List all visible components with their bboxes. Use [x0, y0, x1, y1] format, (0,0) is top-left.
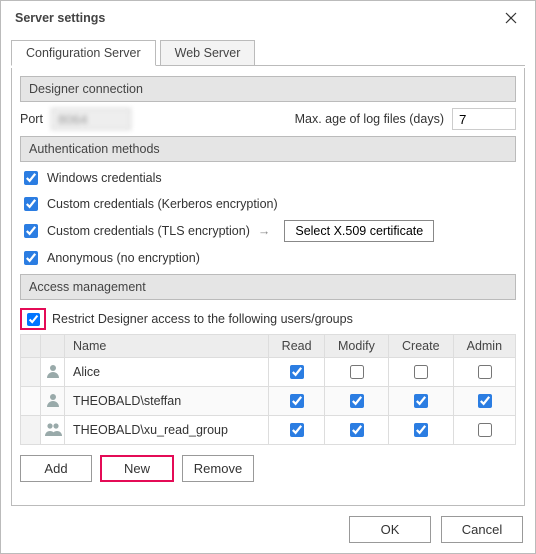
row-handle[interactable] — [21, 416, 41, 445]
permission-checkbox[interactable] — [478, 394, 492, 408]
cell-read — [269, 416, 325, 445]
tab-panel: Designer connection Port Max. age of log… — [11, 68, 525, 506]
ok-button[interactable]: OK — [349, 516, 431, 543]
port-label: Port — [20, 112, 43, 126]
group-icon — [41, 416, 65, 445]
col-modify[interactable]: Modify — [324, 335, 388, 358]
cell-modify — [324, 358, 388, 387]
titlebar: Server settings — [1, 1, 535, 33]
table-row[interactable]: THEOBALD\steffan — [21, 387, 516, 416]
row-handle-header — [21, 335, 41, 358]
checkbox-kerberos[interactable] — [24, 197, 38, 211]
section-auth-methods: Authentication methods — [20, 136, 516, 162]
checkbox-tls[interactable] — [24, 224, 38, 238]
add-button[interactable]: Add — [20, 455, 92, 482]
col-name[interactable]: Name — [65, 335, 269, 358]
cell-name: THEOBALD\xu_read_group — [65, 416, 269, 445]
close-icon[interactable] — [497, 7, 525, 29]
cell-read — [269, 358, 325, 387]
user-icon — [41, 358, 65, 387]
access-table: Name Read Modify Create Admin AliceTHEOB… — [20, 334, 516, 445]
cell-create — [388, 387, 453, 416]
icon-header — [41, 335, 65, 358]
cell-name: Alice — [65, 358, 269, 387]
section-designer-connection: Designer connection — [20, 76, 516, 102]
dialog-footer: OK Cancel — [1, 506, 535, 553]
permission-checkbox[interactable] — [290, 394, 304, 408]
server-settings-window: Server settings Configuration Server Web… — [0, 0, 536, 554]
permission-checkbox[interactable] — [350, 394, 364, 408]
label-anonymous: Anonymous (no encryption) — [47, 251, 200, 265]
restrict-row: Restrict Designer access to the followin… — [20, 308, 516, 330]
permission-checkbox[interactable] — [350, 365, 364, 379]
row-handle[interactable] — [21, 358, 41, 387]
dialog-body: Configuration Server Web Server Designer… — [1, 33, 535, 506]
col-admin[interactable]: Admin — [453, 335, 515, 358]
label-tls: Custom credentials (TLS encryption) — [47, 224, 250, 238]
maxage-label: Max. age of log files (days) — [295, 112, 444, 126]
permission-checkbox[interactable] — [290, 365, 304, 379]
tab-strip: Configuration Server Web Server — [11, 39, 525, 66]
tab-web-server[interactable]: Web Server — [160, 40, 256, 66]
cell-admin — [453, 387, 515, 416]
port-input[interactable] — [51, 108, 131, 130]
cancel-button[interactable]: Cancel — [441, 516, 523, 543]
cell-create — [388, 358, 453, 387]
access-button-bar: Add New Remove — [20, 455, 516, 482]
highlight-restrict-checkbox — [20, 308, 46, 330]
checkbox-windows-credentials[interactable] — [24, 171, 38, 185]
cell-admin — [453, 416, 515, 445]
cell-modify — [324, 416, 388, 445]
cell-admin — [453, 358, 515, 387]
cell-name: THEOBALD\steffan — [65, 387, 269, 416]
cell-create — [388, 416, 453, 445]
label-restrict-access: Restrict Designer access to the followin… — [52, 312, 353, 326]
permission-checkbox[interactable] — [290, 423, 304, 437]
checkbox-anonymous[interactable] — [24, 251, 38, 265]
user-icon — [41, 387, 65, 416]
permission-checkbox[interactable] — [350, 423, 364, 437]
permission-checkbox[interactable] — [414, 423, 428, 437]
maxage-input[interactable] — [452, 108, 516, 130]
remove-button[interactable]: Remove — [182, 455, 254, 482]
designer-row: Port Max. age of log files (days) — [20, 108, 516, 130]
col-read[interactable]: Read — [269, 335, 325, 358]
window-title: Server settings — [15, 11, 105, 25]
cell-modify — [324, 387, 388, 416]
section-access-management: Access management — [20, 274, 516, 300]
col-create[interactable]: Create — [388, 335, 453, 358]
table-row[interactable]: Alice — [21, 358, 516, 387]
cell-read — [269, 387, 325, 416]
label-kerberos: Custom credentials (Kerberos encryption) — [47, 197, 278, 211]
permission-checkbox[interactable] — [478, 365, 492, 379]
label-windows-credentials: Windows credentials — [47, 171, 162, 185]
arrow-icon: → — [258, 224, 271, 238]
permission-checkbox[interactable] — [414, 394, 428, 408]
row-handle[interactable] — [21, 387, 41, 416]
new-button[interactable]: New — [100, 455, 174, 482]
permission-checkbox[interactable] — [414, 365, 428, 379]
table-row[interactable]: THEOBALD\xu_read_group — [21, 416, 516, 445]
permission-checkbox[interactable] — [478, 423, 492, 437]
select-certificate-button[interactable]: Select X.509 certificate — [284, 220, 434, 242]
checkbox-restrict-access[interactable] — [27, 313, 40, 326]
tab-configuration-server[interactable]: Configuration Server — [11, 40, 156, 66]
